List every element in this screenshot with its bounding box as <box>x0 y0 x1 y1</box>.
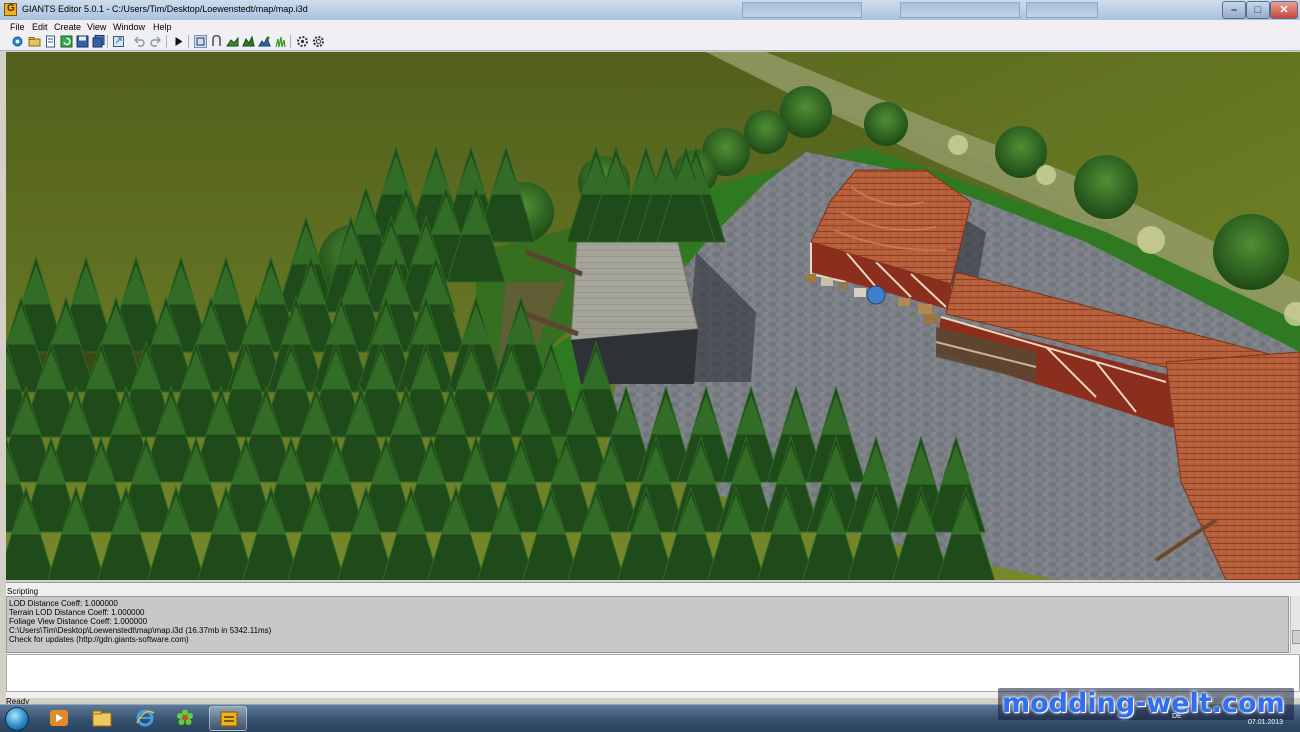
start-button[interactable] <box>5 707 29 731</box>
terrain-sculpt-icon[interactable] <box>226 35 239 48</box>
settings-icon[interactable] <box>312 35 325 48</box>
window-title: GIANTS Editor 5.0.1 - C:/Users/Tim/Deskt… <box>22 4 308 14</box>
giants-app-icon <box>4 3 17 16</box>
scrollbar-thumb[interactable] <box>1292 630 1300 644</box>
file-explorer-icon[interactable] <box>83 706 121 731</box>
log-line: Foliage View Distance Coeff: 1.000000 <box>9 617 148 626</box>
terrain-paint-icon[interactable] <box>242 35 255 48</box>
menu-create[interactable]: Create <box>54 22 81 32</box>
maximize-button[interactable]: □ <box>1246 1 1270 19</box>
log-line: C:\Users\Tim\Desktop\Loewenstedt\map\map… <box>9 626 272 635</box>
redo-icon[interactable] <box>149 35 162 48</box>
document-icon[interactable] <box>44 35 57 48</box>
background-window-thumbnail <box>900 2 1020 18</box>
media-player-icon[interactable] <box>40 706 78 731</box>
giants-editor-icon[interactable] <box>209 706 247 731</box>
icq-flower-icon[interactable] <box>166 706 204 731</box>
console-scrollbar[interactable] <box>1290 596 1300 653</box>
minimize-button[interactable]: – <box>1222 1 1246 19</box>
main-toolbar <box>0 33 1300 51</box>
save-icon[interactable] <box>76 35 89 48</box>
menu-edit[interactable]: Edit <box>32 22 48 32</box>
close-button[interactable]: ✕ <box>1270 1 1298 19</box>
open-folder-icon[interactable] <box>28 35 41 48</box>
internet-explorer-icon[interactable] <box>126 706 164 731</box>
scripting-panel: Scripting LOD Distance Coeff: 1.000000 T… <box>6 582 1300 698</box>
menu-file[interactable]: File <box>10 22 25 32</box>
menu-view[interactable]: View <box>87 22 106 32</box>
title-bar: GIANTS Editor 5.0.1 - C:/Users/Tim/Deskt… <box>0 0 1300 21</box>
3d-viewport[interactable] <box>6 52 1300 580</box>
foliage-grass-icon[interactable] <box>274 35 287 48</box>
undo-icon[interactable] <box>133 35 146 48</box>
export-icon[interactable] <box>112 35 125 48</box>
new-file-icon[interactable] <box>11 35 24 48</box>
background-window-thumbnail <box>742 2 862 18</box>
log-line: Terrain LOD Distance Coeff: 1.000000 <box>9 608 145 617</box>
gear-icon[interactable] <box>296 35 309 48</box>
save-all-icon[interactable] <box>92 35 105 48</box>
tray-date[interactable]: 07.01.2013 <box>1248 719 1283 726</box>
console-log: LOD Distance Coeff: 1.000000 Terrain LOD… <box>6 596 1289 653</box>
keyboard-language[interactable]: DE <box>1172 713 1182 720</box>
reload-icon[interactable] <box>60 35 73 48</box>
watermark-text: modding-welt.com <box>1002 688 1285 719</box>
move-mode-icon[interactable] <box>210 34 223 48</box>
play-icon[interactable] <box>172 35 185 48</box>
menu-help[interactable]: Help <box>153 22 172 32</box>
log-line: LOD Distance Coeff: 1.000000 <box>9 599 118 608</box>
background-window-thumbnail <box>1026 2 1098 18</box>
log-line: Check for updates (http://gdn.giants-sof… <box>9 635 189 644</box>
watermark: modding-welt.com <box>998 688 1294 720</box>
foliage-paint-icon[interactable] <box>258 35 271 48</box>
menu-bar: File Edit Create View Window Help <box>0 20 1300 33</box>
scripting-panel-title: Scripting <box>7 587 39 596</box>
script-input[interactable] <box>6 654 1300 692</box>
menu-window[interactable]: Window <box>113 22 145 32</box>
select-mode-icon[interactable] <box>194 35 207 48</box>
